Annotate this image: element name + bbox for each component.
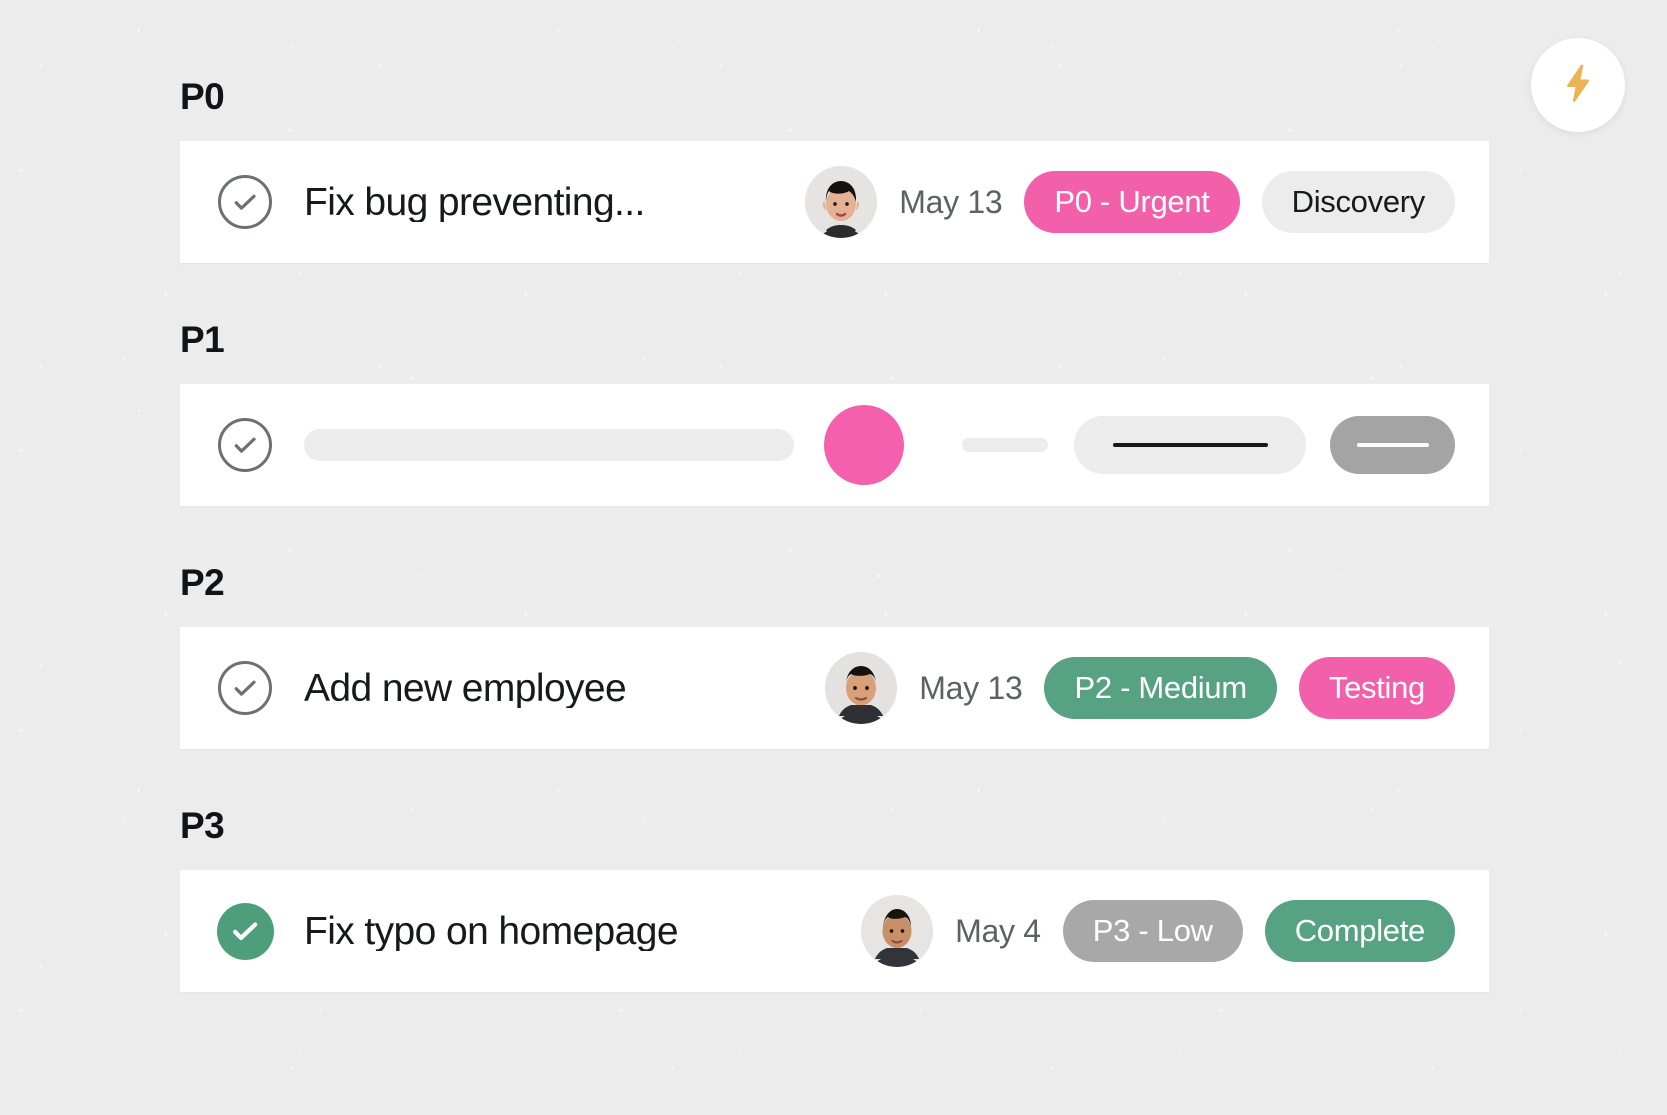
group-title-p1: P1 [180,319,225,360]
task-date: May 13 [899,184,1003,220]
lightning-bolt-icon [1556,61,1600,110]
priority-group-p1: P1 [0,321,1667,506]
task-title: Fix typo on homepage [304,911,678,951]
task-row[interactable]: Fix bug preventing... May 13 P0 - Urgent [180,141,1489,263]
status-badge[interactable]: Complete [1264,899,1455,963]
priority-group-p3: P3 Fix typo on homepage May 4 P3 - Low C… [0,807,1667,992]
task-date: May 13 [919,670,1023,706]
check-circle-outline-icon[interactable] [218,661,272,715]
priority-board: P0 Fix bug preventing... May 13 P0 - Urg… [0,0,1667,992]
group-title-p0: P0 [180,76,225,117]
avatar [825,652,898,724]
status-badge[interactable]: Discovery [1261,170,1455,234]
avatar [861,895,934,967]
placeholder-line [1112,443,1268,447]
quick-action-button[interactable] [1531,38,1625,132]
check-circle-outline-icon[interactable] [218,175,272,229]
priority-badge[interactable]: P3 - Low [1062,899,1243,963]
task-date-placeholder [962,438,1048,452]
group-title-p2: P2 [180,562,225,603]
check-circle-outline-icon[interactable] [218,418,272,472]
avatar-placeholder [824,405,904,485]
task-checkbox[interactable] [214,418,276,472]
priority-badge-placeholder[interactable] [1074,416,1306,474]
task-row[interactable]: Add new employee May 13 P2 - Medium Test… [180,627,1489,749]
priority-group-p0: P0 Fix bug preventing... May 13 P0 - Urg… [0,78,1667,263]
placeholder-line [1356,443,1429,447]
status-badge[interactable]: Testing [1298,656,1455,720]
check-circle-filled-icon[interactable] [216,902,274,960]
priority-group-p2: P2 Add new employee May 13 P2 - Medium T… [0,564,1667,749]
task-checkbox[interactable] [214,902,276,960]
task-checkbox[interactable] [214,175,276,229]
group-title-p3: P3 [180,805,225,846]
task-title: Add new employee [304,668,627,708]
task-title-placeholder [304,429,794,461]
task-title: Fix bug preventing... [304,182,645,222]
task-row-loading[interactable] [180,384,1489,506]
task-date: May 4 [955,913,1041,949]
priority-badge[interactable]: P0 - Urgent [1024,170,1240,234]
status-badge-placeholder[interactable] [1330,416,1455,474]
avatar [805,166,878,238]
task-row[interactable]: Fix typo on homepage May 4 P3 - Low Comp… [180,870,1489,992]
task-checkbox[interactable] [214,661,276,715]
priority-badge[interactable]: P2 - Medium [1044,656,1277,720]
